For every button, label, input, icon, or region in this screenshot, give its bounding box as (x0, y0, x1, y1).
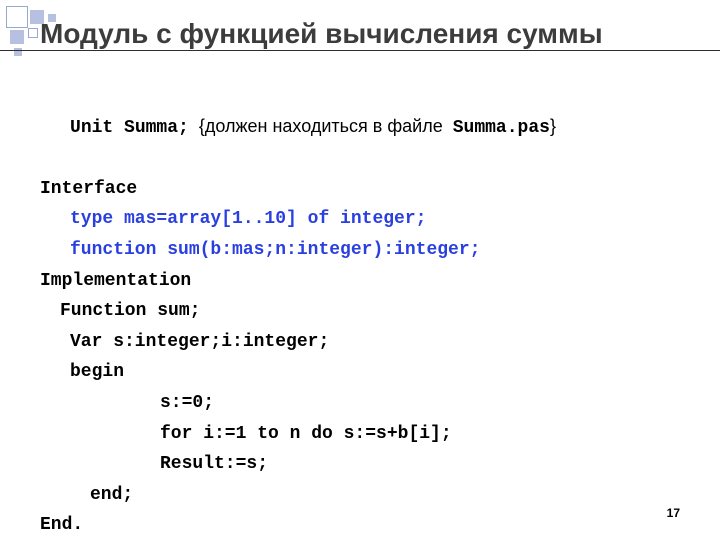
code-begin: begin (40, 357, 680, 388)
code-unit: Unit Summa; (70, 118, 189, 138)
code-type: type mas=array[1..10] of integer; (40, 204, 680, 235)
page-number: 17 (667, 506, 680, 520)
code-var: Var s:integer;i:integer; (40, 327, 680, 358)
code-result: Result:=s; (40, 449, 680, 480)
deco-square (10, 30, 24, 44)
slide-title: Модуль с функцией вычисления суммы (40, 18, 603, 50)
code-filename: Summa.pas (453, 118, 550, 138)
code-block: Unit Summa; {должен находиться в файле S… (40, 80, 680, 540)
code-assign-zero: s:=0; (40, 388, 680, 419)
code-impl: Implementation (40, 266, 680, 297)
deco-square (28, 28, 38, 38)
code-interface: Interface (40, 174, 680, 205)
header-rule (0, 50, 720, 51)
code-func-head: Function sum; (40, 296, 680, 327)
code-end-unit: End. (40, 510, 680, 540)
slide: Модуль с функцией вычисления суммы Unit … (0, 0, 720, 540)
code-comment-close: } (550, 116, 556, 136)
code-end-inner: end; (40, 480, 680, 511)
deco-square (6, 6, 28, 28)
code-for-loop: for i:=1 to n do s:=s+b[i]; (40, 419, 680, 450)
code-comment-text: {должен находиться в файле (189, 116, 453, 136)
code-func-decl: function sum(b:mas;n:integer):integer; (40, 235, 680, 266)
